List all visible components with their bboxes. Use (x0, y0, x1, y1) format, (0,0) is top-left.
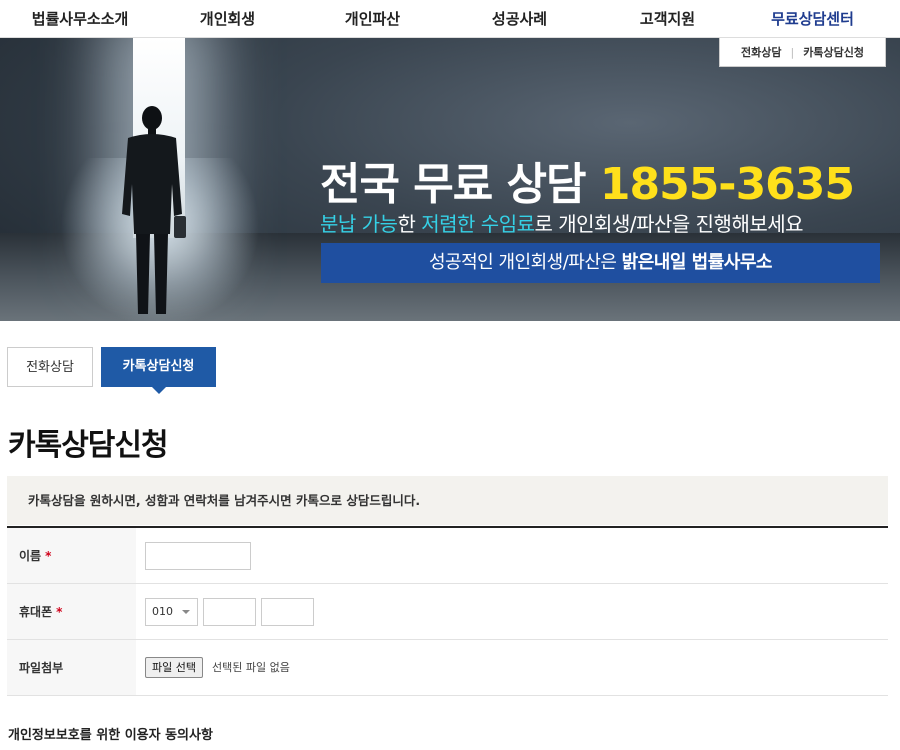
tab-phone-consult[interactable]: 전화상담 (7, 347, 93, 387)
file-label: 파일첨부 (7, 640, 136, 695)
sublink-divider: | (790, 45, 795, 59)
hero-subtitle: 분납 가능한 저렴한 수임료로 개인회생/파산을 진행해보세요 (320, 208, 804, 237)
nav-item-about[interactable]: 법률사무소소개 (5, 0, 155, 38)
hero-band-firm-name: 밝은내일 법률사무소 (621, 252, 773, 273)
hero-banner: 전국 무료 상담 1855-3635 분납 가능한 저렴한 수임료로 개인회생/… (0, 38, 900, 321)
hero-sub-text-1: 한 (397, 212, 422, 236)
hero-sub-highlight-fee: 저렴한 수임료 (421, 212, 535, 236)
nav-item-success-cases[interactable]: 성공사례 (452, 0, 587, 38)
phone-label: 휴대폰 * (7, 584, 136, 639)
required-mark: * (45, 549, 52, 563)
hero-band: 성공적인 개인회생/파산은 밝은내일 법률사무소 (321, 243, 880, 283)
consult-form: 이름 * 휴대폰 * 010 파일첨부 파일 선택 선택된 파일 없음 (7, 526, 888, 696)
file-status-text: 선택된 파일 없음 (212, 661, 290, 674)
top-nav: 법률사무소소개 개인회생 개인파산 성공사례 고객지원 무료상담센터 (0, 0, 900, 38)
required-mark: * (56, 605, 63, 619)
sublink-kakao-consult[interactable]: 카톡상담신청 (803, 44, 864, 60)
phone-prefix-value: 010 (152, 605, 173, 618)
hero-sub-highlight-installment: 분납 가능 (320, 212, 398, 236)
nav-item-bankruptcy[interactable]: 개인파산 (305, 0, 440, 38)
hero-sub-text-2: 로 개인회생/파산을 진행해보세요 (534, 212, 804, 236)
privacy-consent-title: 개인정보보호를 위한 이용자 동의사항 (8, 728, 213, 743)
phone-prefix-select[interactable]: 010 (145, 598, 198, 626)
nav-item-support[interactable]: 고객지원 (600, 0, 735, 38)
tab-active-arrow-icon (151, 387, 166, 394)
form-row-name: 이름 * (7, 528, 888, 584)
hero-title: 전국 무료 상담 1855-3635 (320, 148, 855, 212)
hero-title-text: 전국 무료 상담 (320, 159, 600, 210)
businessman-silhouette-image (122, 106, 186, 314)
phone-middle-input[interactable] (203, 598, 256, 626)
form-row-phone: 휴대폰 * 010 (7, 584, 888, 640)
phone-last-input[interactable] (261, 598, 314, 626)
nav-item-rehabilitation[interactable]: 개인회생 (160, 0, 295, 38)
chevron-down-icon (182, 610, 190, 614)
file-select-button[interactable]: 파일 선택 (145, 657, 203, 678)
page-title: 카톡상담신청 (8, 428, 169, 463)
hero-band-text: 성공적인 개인회생/파산은 (429, 252, 622, 273)
nav-item-free-consult[interactable]: 무료상담센터 (745, 0, 880, 38)
form-row-file: 파일첨부 파일 선택 선택된 파일 없음 (7, 640, 888, 696)
name-input[interactable] (145, 542, 251, 570)
tab-kakao-label: 카톡상담신청 (122, 359, 195, 374)
notice-box: 카톡상담을 원하시면, 성함과 연락처를 남겨주시면 카톡으로 상담드립니다. (7, 476, 888, 525)
name-label: 이름 * (7, 528, 136, 583)
hero-sub-links: 전화상담 | 카톡상담신청 (719, 38, 886, 67)
tab-kakao-consult[interactable]: 카톡상담신청 (101, 347, 216, 394)
hero-phone-number: 1855-3635 (599, 159, 855, 210)
sublink-phone-consult[interactable]: 전화상담 (741, 44, 781, 60)
